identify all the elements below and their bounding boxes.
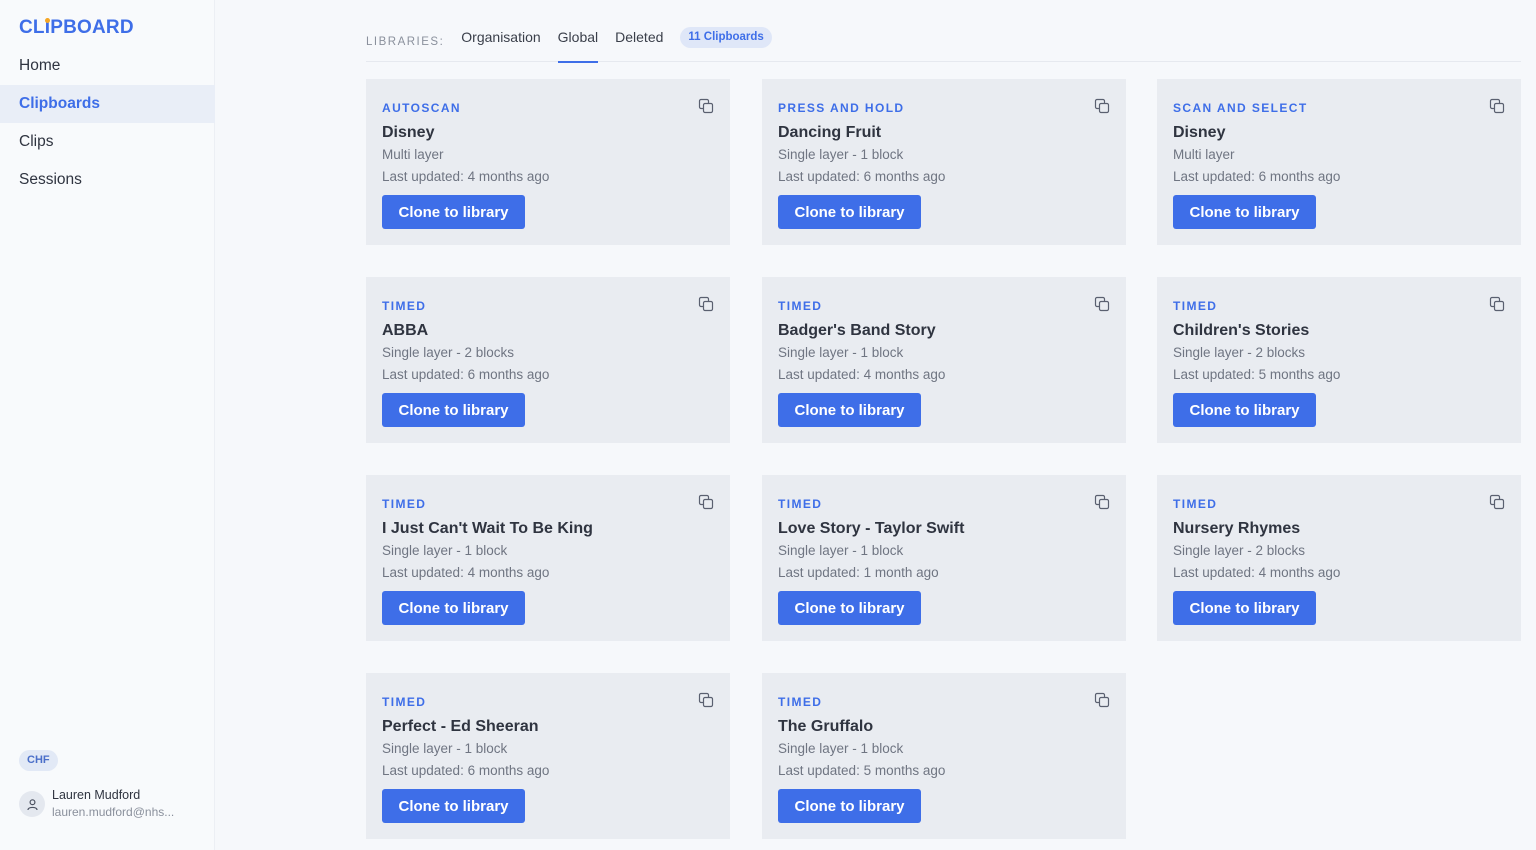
- card-title: The Gruffalo: [778, 718, 874, 735]
- card-layer-info: Multi layer: [1173, 147, 1235, 162]
- card-title: I Just Can't Wait To Be King: [382, 520, 593, 537]
- card-layer-info: Single layer - 1 block: [382, 543, 508, 558]
- card-title: Disney: [1173, 124, 1226, 141]
- user-name: Lauren Mudford: [52, 788, 141, 802]
- clipboard-card: TIMED I Just Can't Wait To Be King Singl…: [366, 475, 730, 641]
- clone-to-library-button[interactable]: Clone to library: [1173, 393, 1316, 427]
- sidebar: CLIPBOARD Home Clipboards Clips Sessions…: [0, 0, 215, 850]
- clipboard-card: TIMED The Gruffalo Single layer - 1 bloc…: [762, 673, 1126, 839]
- card-type: TIMED: [382, 299, 427, 313]
- tab-organisation[interactable]: Organisation: [461, 22, 540, 62]
- card-title: Badger's Band Story: [778, 322, 936, 339]
- logo-text-start: CL: [19, 17, 45, 38]
- card-layer-info: Single layer - 2 blocks: [382, 345, 515, 360]
- copy-icon[interactable]: [1489, 98, 1505, 114]
- clone-to-library-button[interactable]: Clone to library: [382, 591, 525, 625]
- card-last-updated: Last updated: 4 months ago: [1173, 565, 1341, 580]
- user-email: lauren.mudford@nhs...: [52, 805, 175, 819]
- card-type: PRESS AND HOLD: [778, 101, 905, 115]
- clone-to-library-button[interactable]: Clone to library: [382, 789, 525, 823]
- user-profile[interactable]: Lauren Mudford lauren.mudford@nhs...: [19, 787, 174, 821]
- card-type: AUTOSCAN: [382, 101, 461, 115]
- card-type: TIMED: [778, 299, 823, 313]
- libraries-tabs: LIBRARIES: Organisation Global Deleted 1…: [366, 22, 1521, 63]
- card-layer-info: Single layer - 1 block: [382, 741, 508, 756]
- sidebar-item-sessions[interactable]: Sessions: [0, 161, 215, 199]
- clipboard-logo[interactable]: CLIPBOARD: [19, 17, 134, 39]
- card-last-updated: Last updated: 6 months ago: [382, 367, 550, 382]
- sidebar-item-home[interactable]: Home: [0, 47, 215, 85]
- organisation-badge[interactable]: CHF: [19, 750, 58, 771]
- clone-to-library-button[interactable]: Clone to library: [1173, 591, 1316, 625]
- clipboard-card: TIMED Perfect - Ed Sheeran Single layer …: [366, 673, 730, 839]
- clone-to-library-button[interactable]: Clone to library: [1173, 195, 1316, 229]
- card-last-updated: Last updated: 6 months ago: [1173, 169, 1341, 184]
- card-last-updated: Last updated: 4 months ago: [778, 367, 946, 382]
- card-layer-info: Single layer - 1 block: [778, 741, 904, 756]
- clipboard-count-badge: 11 Clipboards: [680, 26, 772, 48]
- libraries-label: LIBRARIES:: [366, 35, 445, 48]
- clipboard-card: TIMED Children's Stories Single layer - …: [1157, 277, 1521, 443]
- user-details: Lauren Mudford lauren.mudford@nhs...: [52, 787, 174, 821]
- copy-icon[interactable]: [1094, 494, 1110, 510]
- clipboard-card: TIMED ABBA Single layer - 2 blocks Last …: [366, 277, 730, 443]
- clipboard-card: TIMED Love Story - Taylor Swift Single l…: [762, 475, 1126, 641]
- copy-icon[interactable]: [698, 494, 714, 510]
- clone-to-library-button[interactable]: Clone to library: [778, 195, 921, 229]
- card-type: SCAN AND SELECT: [1173, 101, 1308, 115]
- card-title: Nursery Rhymes: [1173, 520, 1301, 537]
- clone-to-library-button[interactable]: Clone to library: [382, 393, 525, 427]
- copy-icon[interactable]: [1489, 296, 1505, 312]
- card-type: TIMED: [1173, 497, 1218, 511]
- clone-to-library-button[interactable]: Clone to library: [382, 195, 525, 229]
- card-layer-info: Single layer - 1 block: [778, 543, 904, 558]
- card-type: TIMED: [382, 497, 427, 511]
- tab-deleted[interactable]: Deleted: [615, 22, 663, 62]
- card-title: ABBA: [382, 322, 429, 339]
- clone-to-library-button[interactable]: Clone to library: [778, 591, 921, 625]
- card-last-updated: Last updated: 1 month ago: [778, 565, 939, 580]
- card-title: Children's Stories: [1173, 322, 1310, 339]
- card-type: TIMED: [778, 497, 823, 511]
- sidebar-nav: Home Clipboards Clips Sessions: [0, 47, 215, 199]
- copy-icon[interactable]: [698, 98, 714, 114]
- card-last-updated: Last updated: 6 months ago: [778, 169, 946, 184]
- copy-icon[interactable]: [1094, 98, 1110, 114]
- card-last-updated: Last updated: 4 months ago: [382, 565, 550, 580]
- clipboard-card: PRESS AND HOLD Dancing Fruit Single laye…: [762, 79, 1126, 245]
- card-type: TIMED: [778, 695, 823, 709]
- card-last-updated: Last updated: 4 months ago: [382, 169, 550, 184]
- card-last-updated: Last updated: 5 months ago: [1173, 367, 1341, 382]
- clone-to-library-button[interactable]: Clone to library: [778, 393, 921, 427]
- card-title: Love Story - Taylor Swift: [778, 520, 965, 537]
- tab-global[interactable]: Global: [557, 22, 599, 63]
- copy-icon[interactable]: [698, 296, 714, 312]
- logo-text-i: I: [44, 17, 51, 38]
- copy-icon[interactable]: [698, 692, 714, 708]
- sidebar-item-clipboards[interactable]: Clipboards: [0, 85, 215, 123]
- card-last-updated: Last updated: 5 months ago: [778, 763, 946, 778]
- card-layer-info: Single layer - 1 block: [778, 147, 904, 162]
- sidebar-item-clips[interactable]: Clips: [0, 123, 215, 161]
- card-layer-info: Single layer - 2 blocks: [1173, 345, 1306, 360]
- card-last-updated: Last updated: 6 months ago: [382, 763, 550, 778]
- clone-to-library-button[interactable]: Clone to library: [778, 789, 921, 823]
- card-type: TIMED: [382, 695, 427, 709]
- card-title: Disney: [382, 124, 435, 141]
- logo-text-end: PBOARD: [50, 17, 134, 38]
- clipboard-card: AUTOSCAN Disney Multi layer Last updated…: [366, 79, 730, 245]
- clipboard-card: SCAN AND SELECT Disney Multi layer Last …: [1157, 79, 1521, 245]
- card-layer-info: Single layer - 1 block: [778, 345, 904, 360]
- copy-icon[interactable]: [1094, 692, 1110, 708]
- card-type: TIMED: [1173, 299, 1218, 313]
- clipboard-card: TIMED Badger's Band Story Single layer -…: [762, 277, 1126, 443]
- card-title: Dancing Fruit: [778, 124, 882, 141]
- copy-icon[interactable]: [1094, 296, 1110, 312]
- card-layer-info: Single layer - 2 blocks: [1173, 543, 1306, 558]
- card-layer-info: Multi layer: [382, 147, 444, 162]
- copy-icon[interactable]: [1489, 494, 1505, 510]
- user-avatar-icon: [19, 791, 45, 817]
- card-title: Perfect - Ed Sheeran: [382, 718, 539, 735]
- clipboard-card: TIMED Nursery Rhymes Single layer - 2 bl…: [1157, 475, 1521, 641]
